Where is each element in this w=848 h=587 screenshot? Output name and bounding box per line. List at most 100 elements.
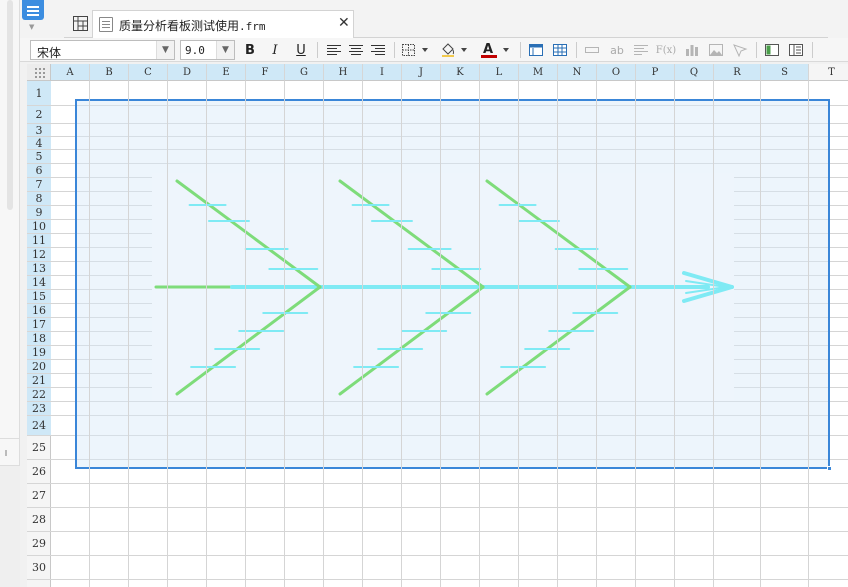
font-size-select[interactable]: 9.0 ▼: [180, 40, 235, 60]
grid-line: [479, 81, 480, 587]
column-header-i[interactable]: I: [363, 64, 402, 81]
font-family-select[interactable]: 宋体 ▼: [30, 40, 175, 60]
grid-line: [51, 507, 848, 508]
fill-color-icon[interactable]: [438, 38, 472, 62]
column-header-c[interactable]: C: [129, 64, 168, 81]
column-header-m[interactable]: M: [519, 64, 558, 81]
row-header-19[interactable]: 19: [27, 346, 51, 360]
grid-line: [401, 81, 402, 587]
chevron-down-icon[interactable]: ▼: [29, 23, 34, 31]
column-header-p[interactable]: P: [636, 64, 675, 81]
row-header-2[interactable]: 2: [27, 106, 51, 124]
row-header-1[interactable]: 1: [27, 81, 51, 106]
align-icon[interactable]: [631, 38, 651, 62]
column-header-a[interactable]: A: [51, 64, 90, 81]
tab-title: 质量分析看板测试使用.frm: [119, 19, 266, 33]
text-wrap-icon[interactable]: ab: [606, 38, 628, 62]
image-icon[interactable]: [706, 38, 726, 62]
align-right-button[interactable]: [368, 38, 388, 62]
row-header-26[interactable]: 26: [27, 460, 51, 484]
column-header-j[interactable]: J: [402, 64, 441, 81]
panel-splitter[interactable]: [0, 438, 20, 466]
column-header-t[interactable]: T: [809, 64, 848, 81]
column-header-r[interactable]: R: [714, 64, 761, 81]
table-icon[interactable]: [550, 38, 570, 62]
row-header-3[interactable]: 3: [27, 124, 51, 137]
row-header-9[interactable]: 9: [27, 206, 51, 220]
column-header-l[interactable]: L: [480, 64, 519, 81]
formula-icon[interactable]: F(x): [654, 38, 678, 62]
column-header-n[interactable]: N: [558, 64, 597, 81]
row-header-23[interactable]: 23: [27, 402, 51, 416]
cell-grid[interactable]: [51, 81, 848, 587]
main-bone-lower-1: [175, 285, 322, 396]
row-header-18[interactable]: 18: [27, 332, 51, 346]
grid-line: [51, 579, 848, 580]
row-header-15[interactable]: 15: [27, 290, 51, 304]
row-header-8[interactable]: 8: [27, 192, 51, 206]
chevron-down-icon[interactable]: ▼: [156, 41, 174, 59]
column-header-q[interactable]: Q: [675, 64, 714, 81]
sheet-list-icon[interactable]: [786, 38, 806, 62]
column-header-h[interactable]: H: [324, 64, 363, 81]
grid-line: [362, 81, 363, 587]
column-header-d[interactable]: D: [168, 64, 207, 81]
align-center-button[interactable]: [346, 38, 366, 62]
panel-icon[interactable]: [762, 38, 782, 62]
main-bone-upper-1: [175, 179, 322, 289]
row-header-22[interactable]: 22: [27, 388, 51, 402]
chevron-down-icon[interactable]: ▼: [216, 41, 234, 59]
row-header-16[interactable]: 16: [27, 304, 51, 318]
row-header-20[interactable]: 20: [27, 360, 51, 374]
sheet-grid-icon[interactable]: [72, 15, 89, 32]
column-header-k[interactable]: K: [441, 64, 480, 81]
freeze-icon[interactable]: [526, 38, 546, 62]
pen-icon[interactable]: [730, 38, 750, 62]
format-toolbar: 宋体 ▼ 9.0 ▼ B I U A ab F(x): [20, 38, 848, 62]
row-header-6[interactable]: 6: [27, 164, 51, 178]
select-all-corner[interactable]: [27, 64, 51, 81]
row-header-24[interactable]: 24: [27, 416, 51, 436]
border-icon[interactable]: [400, 38, 432, 62]
grid-line: [440, 81, 441, 587]
grid-line: [89, 81, 90, 587]
row-header-17[interactable]: 17: [27, 318, 51, 332]
column-header-e[interactable]: E: [207, 64, 246, 81]
chart-icon[interactable]: [682, 38, 702, 62]
row-header-14[interactable]: 14: [27, 276, 51, 290]
row-header-28[interactable]: 28: [27, 508, 51, 532]
row-header-4[interactable]: 4: [27, 137, 51, 150]
row-header-25[interactable]: 25: [27, 436, 51, 460]
grid-line: [51, 483, 848, 484]
fishbone-chart[interactable]: [152, 173, 734, 401]
left-panel-scrollbar[interactable]: [7, 0, 13, 210]
merge-icon[interactable]: [582, 38, 602, 62]
grid-line: [284, 81, 285, 587]
row-header-13[interactable]: 13: [27, 262, 51, 276]
spreadsheet[interactable]: ABCDEFGHIJKLMNOPQRST 1 2 3 4 5 6 7 8 9 10 11 12 13 14…: [27, 64, 848, 587]
column-header-f[interactable]: F: [246, 64, 285, 81]
italic-button[interactable]: I: [265, 38, 285, 62]
row-header-10[interactable]: 10: [27, 220, 51, 234]
row-header-7[interactable]: 7: [27, 178, 51, 192]
fill-handle[interactable]: [827, 466, 832, 471]
app-menu-icon[interactable]: [22, 0, 44, 20]
tab-document[interactable]: 质量分析看板测试使用.frm ✕: [92, 10, 354, 38]
bold-button[interactable]: B: [240, 38, 260, 62]
row-header-29[interactable]: 29: [27, 532, 51, 556]
column-header-g[interactable]: G: [285, 64, 324, 81]
column-header-o[interactable]: O: [597, 64, 636, 81]
row-header-5[interactable]: 5: [27, 150, 51, 164]
row-header-30[interactable]: 30: [27, 556, 51, 580]
column-header-b[interactable]: B: [90, 64, 129, 81]
row-header-11[interactable]: 11: [27, 234, 51, 248]
row-header-27[interactable]: 27: [27, 484, 51, 508]
close-icon[interactable]: ✕: [338, 15, 350, 31]
column-header-s[interactable]: S: [761, 64, 809, 81]
row-header-21[interactable]: 21: [27, 374, 51, 388]
underline-button[interactable]: U: [291, 38, 311, 62]
font-color-icon[interactable]: A: [478, 38, 514, 62]
row-header-12[interactable]: 12: [27, 248, 51, 262]
align-left-button[interactable]: [324, 38, 344, 62]
grid-line: [635, 81, 636, 587]
